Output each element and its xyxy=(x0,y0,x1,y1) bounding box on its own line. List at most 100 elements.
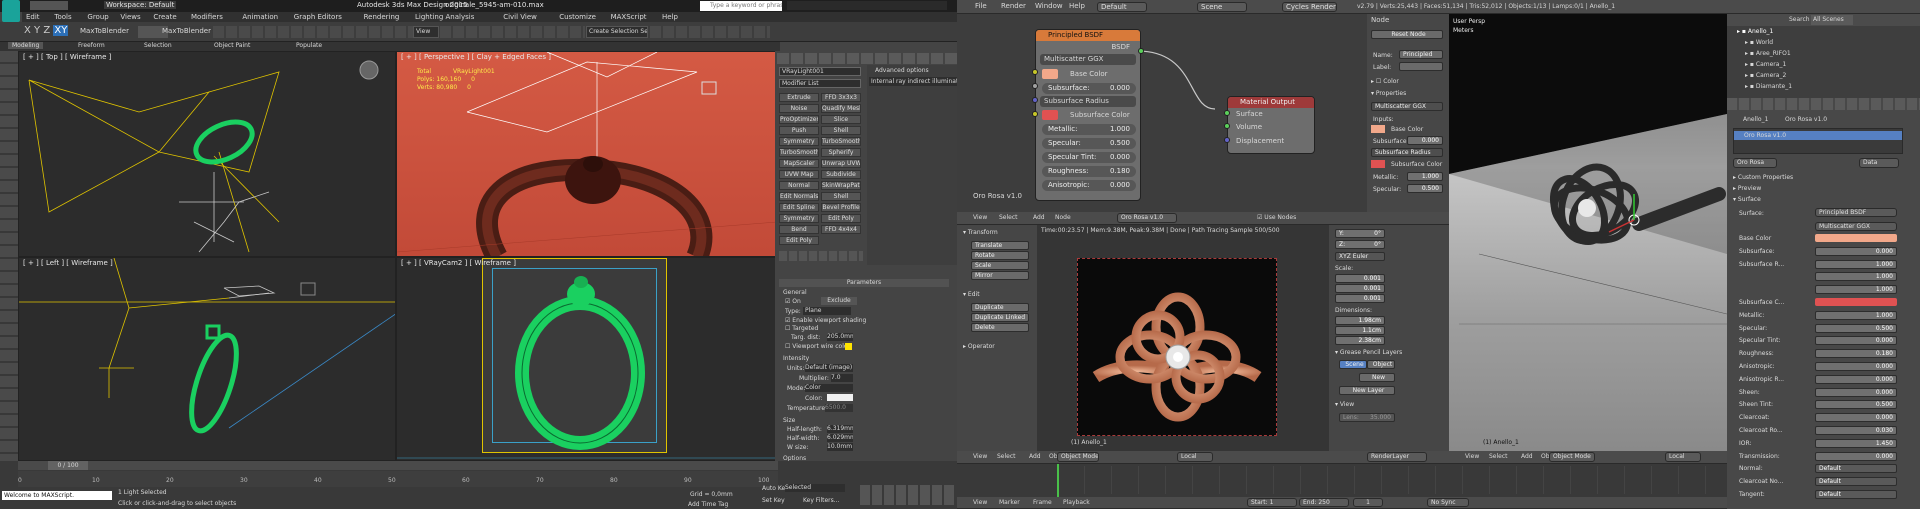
info-menu-help[interactable]: Help xyxy=(1069,2,1085,10)
modifier-button[interactable]: Symmetry xyxy=(779,137,819,146)
ribbon-tab-object-paint[interactable]: Object Paint xyxy=(210,42,254,49)
half-width-field[interactable]: 6.029mm xyxy=(827,434,853,442)
image-menu-view[interactable]: View xyxy=(973,453,987,460)
menu-item-lighting-analysis[interactable]: Lighting Analysis xyxy=(415,13,474,21)
modifier-button[interactable]: Noise xyxy=(779,104,819,113)
roughness-field[interactable]: Roughness: 0.180 xyxy=(1042,166,1136,177)
modifier-button[interactable]: UVW Map xyxy=(779,170,819,179)
node-menu-add[interactable]: Add xyxy=(1033,214,1045,221)
gp-object-button[interactable]: Object xyxy=(1367,360,1395,369)
timeline-menu-playback[interactable]: Playback xyxy=(1063,499,1090,506)
modifier-button[interactable]: SkinWrapPatch xyxy=(821,181,861,190)
panel-subsurface-color-swatch[interactable] xyxy=(1371,160,1385,168)
menu-item-rendering[interactable]: Rendering xyxy=(364,13,400,21)
panel-subsurface-radius[interactable]: Subsurface Radius xyxy=(1371,148,1443,157)
temperature-field[interactable]: 6500.0 xyxy=(825,404,853,412)
half-length-field[interactable]: 6.319mm xyxy=(827,425,853,433)
subsurface-radius-dropdown[interactable]: Subsurface Radius xyxy=(1040,96,1136,107)
node-menu-view[interactable]: View xyxy=(973,214,987,221)
prop-field-value[interactable]: 0.180 xyxy=(1815,349,1897,359)
viewport-perspective-label[interactable]: [ + ] [ Perspective ] [ Clay + Edged Fac… xyxy=(401,53,551,61)
3d-viewport[interactable]: User Persp Meters (1) Anello_1 xyxy=(1449,14,1727,451)
output-node-header[interactable]: Material Output xyxy=(1228,97,1314,108)
subsurface-socket[interactable] xyxy=(1032,83,1038,89)
panel-subsurface-value[interactable]: 0.000 xyxy=(1407,136,1443,145)
view3d-menu-add[interactable]: Add xyxy=(1521,453,1533,460)
targeted-checkbox[interactable]: ☐ Targeted xyxy=(785,325,818,332)
base-color-socket[interactable] xyxy=(1032,69,1038,75)
outliner-item[interactable]: ▸ ▪ Camera_2 xyxy=(1745,72,1786,79)
prop-field-value[interactable]: 0.000 xyxy=(1815,413,1897,423)
render-tool-icons[interactable] xyxy=(650,26,770,38)
specular-field[interactable]: Specular: 0.500 xyxy=(1042,138,1136,149)
view3d-menu-view[interactable]: View xyxy=(1465,453,1479,460)
rot-z-field[interactable]: Z: 0° xyxy=(1335,240,1385,249)
info-menu-file[interactable]: File xyxy=(975,2,987,10)
lens-field[interactable]: Lens: 35.000 xyxy=(1339,413,1395,422)
playback-controls[interactable] xyxy=(860,485,955,505)
node-panel-title[interactable]: Node xyxy=(1371,16,1389,24)
ribbon-tab-modeling[interactable]: Modeling xyxy=(8,42,44,49)
start-frame-field[interactable]: Start: 1 xyxy=(1247,498,1297,507)
menu-item-graph-editors[interactable]: Graph Editors xyxy=(294,13,342,21)
object-name-field[interactable]: VRayLight001 xyxy=(779,67,861,76)
units-dropdown[interactable]: Default (image) xyxy=(805,364,853,372)
distribution-dropdown[interactable]: Multiscatter GGX xyxy=(1040,54,1136,65)
rot-y-field[interactable]: Y: 0° xyxy=(1335,229,1385,238)
outliner-item[interactable]: ▸ ▪ Anello_1 xyxy=(1737,28,1773,35)
reset-node-button[interactable]: Reset Node xyxy=(1371,30,1443,39)
advanced-options-label[interactable]: Advanced options xyxy=(875,67,929,74)
scale-z-field[interactable]: 0.001 xyxy=(1335,294,1385,303)
menu-item-create[interactable]: Create xyxy=(153,13,176,21)
grease-pencil-section[interactable]: ▾ Grease Pencil Layers xyxy=(1335,349,1402,356)
rotation-mode-dropdown[interactable]: XYZ Euler xyxy=(1335,252,1385,261)
dim-x-field[interactable]: 1.98cm xyxy=(1335,316,1385,325)
gp-scene-button[interactable]: Scene xyxy=(1339,360,1367,369)
prop-field-value[interactable]: 0.030 xyxy=(1815,426,1897,435)
modifier-button[interactable]: Unwrap UVW xyxy=(821,159,861,168)
prop-field-value[interactable]: 0.000 xyxy=(1815,362,1897,371)
left-toolbar[interactable] xyxy=(0,51,18,461)
parameters-header[interactable]: Parameters xyxy=(779,279,949,287)
prop-field-value[interactable]: Default xyxy=(1815,477,1897,487)
ribbon-tab-selection[interactable]: Selection xyxy=(140,42,176,49)
modifier-button[interactable]: FFD 4x4x4 xyxy=(821,225,861,234)
tool-button-scale[interactable]: Scale xyxy=(971,261,1029,270)
multiplier-field[interactable]: 7.0 xyxy=(831,374,853,382)
modifier-button[interactable]: Normal xyxy=(779,181,819,190)
viewport-top-label[interactable]: [ + ] [ Top ] [ Wireframe ] xyxy=(23,53,111,61)
node-editor[interactable]: Principled BSDF BSDF Multiscatter GGX Ba… xyxy=(957,14,1367,212)
panel-metallic-value[interactable]: 1.000 xyxy=(1407,172,1443,181)
prop-field-value[interactable]: 0.000 xyxy=(1815,336,1897,346)
image-menu-select[interactable]: Select xyxy=(997,453,1016,460)
snap-tool-icons[interactable] xyxy=(440,26,585,38)
modifier-button[interactable]: Quadify Mesh xyxy=(821,104,861,113)
view-section[interactable]: ▾ View xyxy=(1335,401,1354,408)
targ-dist-field[interactable]: 205.0mm xyxy=(827,333,853,341)
node-name-field[interactable]: Principled xyxy=(1399,50,1443,59)
time-slider[interactable]: 0 / 100 xyxy=(18,461,778,470)
infocenter-icons[interactable] xyxy=(787,1,947,10)
selection-set-dropdown[interactable]: Create Selection Se xyxy=(586,26,648,38)
prop-field-value[interactable]: 0.500 xyxy=(1815,323,1897,333)
prop-field-value[interactable]: Default xyxy=(1815,490,1897,499)
panel-base-color-swatch[interactable] xyxy=(1371,125,1385,133)
edit-button-duplicate[interactable]: Duplicate xyxy=(971,303,1029,312)
prop-field-value[interactable]: 1.000 xyxy=(1815,259,1897,269)
material-data-dropdown[interactable]: Data xyxy=(1859,158,1899,168)
use-nodes-checkbox[interactable]: ☑ Use Nodes xyxy=(1257,214,1296,221)
modifier-button[interactable]: Edit Poly xyxy=(821,214,861,223)
modifier-button[interactable]: TurboSmooth xyxy=(779,148,819,157)
properties-tabs[interactable] xyxy=(1727,98,1920,110)
tool-button-translate[interactable]: Translate xyxy=(971,241,1029,250)
node-properties-section[interactable]: ▾ Properties xyxy=(1371,90,1406,97)
material-output-node[interactable]: Material Output Surface Volume Displacem… xyxy=(1227,96,1315,154)
menu-item-views[interactable]: Views xyxy=(120,13,140,21)
principled-bsdf-node[interactable]: Principled BSDF BSDF Multiscatter GGX Ba… xyxy=(1035,29,1141,201)
track-bar[interactable]: 0 10 20 30 40 50 60 70 80 90 100 xyxy=(18,471,778,487)
tool-button-mirror[interactable]: Mirror xyxy=(971,271,1029,280)
viewport-top[interactable]: [ + ] [ Top ] [ Wireframe ] xyxy=(18,51,396,257)
modifier-button[interactable]: Bevel Profile xyxy=(821,203,861,212)
render-view[interactable]: Time:00:23.57 | Mem:9.38M, Peak:9.38M | … xyxy=(1037,225,1329,451)
image-mode-dropdown[interactable]: Object Mode xyxy=(1057,452,1099,462)
